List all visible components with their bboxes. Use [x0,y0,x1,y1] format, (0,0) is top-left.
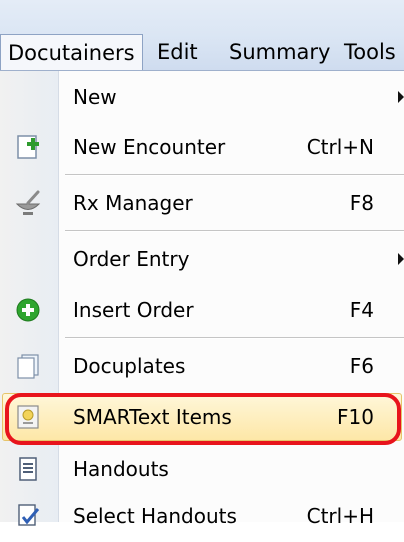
menu-item-shortcut: Ctrl+N [306,135,374,159]
menu-item-select-handouts[interactable]: Select Handouts Ctrl+H [0,490,404,542]
menu-item-shortcut: F4 [349,298,374,322]
menu-item-rx-manager[interactable]: Rx Manager F8 [0,177,404,229]
menu-item-shortcut: F8 [349,191,374,215]
menu-item-new[interactable]: New [0,71,404,123]
menu-bar: Docutainers Edit Summary Tools [0,0,404,71]
menu-item-label: New Encounter [73,135,226,159]
red-callout-ring [5,393,401,445]
menu-item-label: Handouts [73,457,169,481]
menu-item-smartext-items[interactable]: SMARText Items F10 [0,391,404,445]
menu-item-handouts[interactable]: Handouts [0,443,404,495]
menu-item-label: New [73,85,117,109]
menu-docutainers[interactable]: Docutainers [0,34,143,70]
menu-item-shortcut: Ctrl+H [306,504,374,528]
handouts-icon [19,457,37,481]
menu-item-insert-order[interactable]: Insert Order F4 [0,284,404,336]
menu-item-label: Insert Order [73,298,194,322]
menu-summary[interactable]: Summary [222,34,337,70]
submenu-arrow-icon [398,253,404,265]
submenu-arrow-icon [398,91,404,103]
menu-item-label: Rx Manager [73,191,193,215]
mortar-pestle-icon [15,190,41,215]
menu-item-docuplates[interactable]: Docuplates F6 [0,340,404,392]
menu-item-order-entry[interactable]: Order Entry [0,233,404,285]
menu-item-label: Order Entry [73,247,190,271]
menu-item-new-encounter[interactable]: New Encounter Ctrl+N [0,121,404,173]
new-encounter-icon [17,135,39,159]
green-plus-icon [16,298,40,322]
docutainers-dropdown-menu: New New Encounter Ctrl+N Rx Manager F8 O… [0,70,404,528]
menu-item-label: Docuplates [73,354,186,378]
menu-separator [65,174,404,176]
menu-tools[interactable]: Tools [337,34,403,70]
menu-edit[interactable]: Edit [150,34,205,70]
menu-separator [65,230,404,232]
menu-separator [65,337,404,339]
menu-item-label: Select Handouts [73,504,237,528]
docuplates-icon [17,354,39,379]
select-handouts-icon [18,504,40,526]
menu-item-shortcut: F6 [349,354,374,378]
